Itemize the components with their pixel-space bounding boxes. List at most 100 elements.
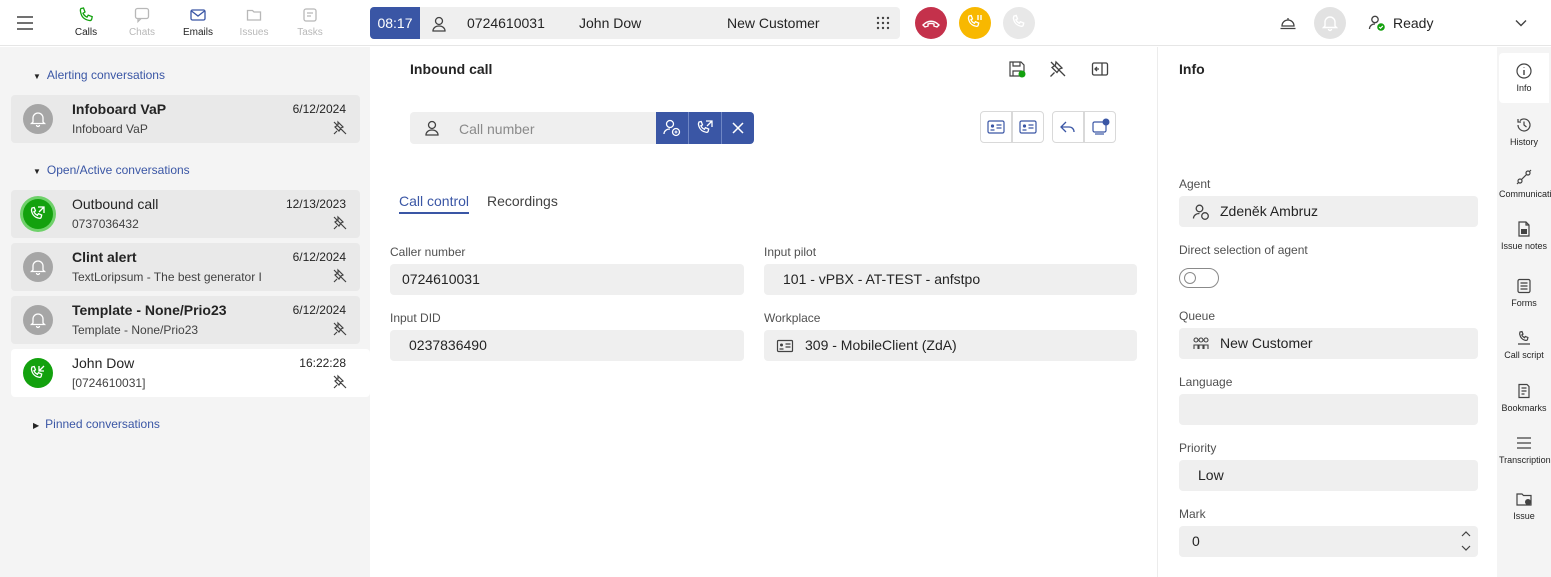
workplace-card-icon	[776, 337, 794, 355]
conversation-detail: Inbound call Call number Call control Re…	[370, 47, 1157, 577]
inbound-call-avatar-icon	[23, 358, 53, 388]
conversation-title: John Dow	[72, 355, 135, 371]
rail-label: History	[1509, 137, 1538, 147]
dialpad-icon[interactable]	[875, 15, 891, 31]
conversation-item[interactable]: Outbound call 0737036432 12/13/2023	[11, 190, 360, 238]
language-label: Language	[1179, 375, 1233, 389]
caller-icon	[430, 14, 450, 34]
contact-card-button[interactable]	[980, 111, 1012, 143]
mail-icon	[190, 9, 206, 21]
contact-icon	[423, 118, 443, 138]
conversation-date: 6/12/2024	[292, 102, 346, 116]
chevron-down-icon[interactable]	[1512, 14, 1530, 32]
conversation-title: Infoboard VaP	[72, 101, 167, 117]
save-icon[interactable]	[1007, 59, 1027, 79]
conversation-item[interactable]: Template - None/Prio23 Template - None/P…	[11, 296, 360, 344]
unpin-icon[interactable]	[332, 321, 348, 337]
call-number-field[interactable]: Call number	[410, 112, 656, 144]
call-script-icon	[1518, 330, 1530, 345]
language-field[interactable]	[1179, 394, 1478, 425]
rail-item-issue[interactable]: Issue	[1499, 490, 1549, 521]
nav-chats[interactable]: Chats	[114, 6, 170, 44]
info-panel: Info Agent Zdeněk Ambruz Direct selectio…	[1157, 47, 1497, 577]
nav-emails[interactable]: Emails	[170, 6, 226, 44]
hold-button[interactable]	[959, 7, 991, 39]
call-number-placeholder: Call number	[459, 121, 535, 137]
active-tab-indicator	[399, 212, 469, 214]
agent-field[interactable]: Zdeněk Ambruz	[1179, 196, 1478, 227]
input-pilot-value: 101 - vPBX - AT-TEST - anfstpo	[764, 264, 1137, 295]
phone-icon	[79, 7, 93, 22]
hamburger-menu-icon[interactable]	[14, 12, 36, 34]
rail-item-info[interactable]: Info	[1499, 53, 1549, 103]
hangup-button[interactable]	[915, 7, 947, 39]
rail-item-bookmarks[interactable]: Bookmarks	[1499, 382, 1549, 413]
conversation-subtitle: Template - None/Prio23	[72, 323, 199, 337]
conversation-title: Clint alert	[72, 249, 137, 265]
nav-tasks[interactable]: Tasks	[282, 6, 338, 44]
rail-label: Forms	[1511, 298, 1537, 308]
outbound-call-button[interactable]	[689, 112, 721, 144]
right-rail: Info History Communications Issue notes …	[1497, 47, 1551, 577]
reply-button[interactable]	[1052, 111, 1084, 143]
mark-field[interactable]: 0	[1179, 526, 1478, 557]
queue-label: Queue	[1179, 309, 1216, 323]
callback-button[interactable]	[1084, 111, 1116, 143]
direct-selection-toggle[interactable]	[1179, 268, 1219, 288]
conversation-date: 16:22:28	[299, 356, 346, 370]
clear-button[interactable]	[722, 112, 754, 144]
tab-call-control[interactable]: Call control	[399, 193, 469, 209]
nav-issues-label: Issues	[239, 27, 269, 38]
unpin-icon[interactable]	[332, 374, 348, 390]
conversation-item[interactable]: Infoboard VaP Infoboard VaP 6/12/2024	[11, 95, 360, 143]
nav-chats-label: Chats	[128, 27, 156, 38]
unpin-icon[interactable]	[332, 120, 348, 136]
transcription-icon	[1517, 437, 1531, 449]
priority-field[interactable]: Low	[1179, 460, 1478, 491]
direct-selection-label: Direct selection of agent	[1179, 243, 1308, 257]
add-contact-button[interactable]	[656, 112, 688, 144]
panel-toggle-icon[interactable]	[1090, 59, 1110, 79]
notifications-button[interactable]	[1314, 7, 1346, 39]
unpin-icon[interactable]	[332, 215, 348, 231]
unpin-icon[interactable]	[332, 268, 348, 284]
input-did-value: 0237836490	[390, 330, 744, 361]
nav-tasks-label: Tasks	[297, 27, 323, 38]
rail-item-issue-notes[interactable]: Issue notes	[1499, 220, 1549, 251]
issue-notes-icon	[1518, 221, 1530, 237]
stepper-up-icon[interactable]	[1460, 529, 1472, 539]
forms-icon	[1517, 278, 1531, 294]
unpin-icon[interactable]	[1048, 59, 1068, 79]
rail-item-transcription[interactable]: Transcription	[1499, 434, 1551, 465]
announcement-icon[interactable]	[1278, 13, 1298, 33]
contact-card-alt-button[interactable]	[1012, 111, 1044, 143]
rail-item-call-script[interactable]: Call script	[1499, 329, 1549, 360]
hold-icon	[967, 14, 982, 27]
queue-field[interactable]: New Customer	[1179, 328, 1478, 359]
nav-issues[interactable]: Issues	[226, 6, 282, 44]
conversation-item-active[interactable]: John Dow [0724610031] 16:22:28	[11, 349, 370, 397]
rail-item-forms[interactable]: Forms	[1499, 277, 1549, 308]
stepper-down-icon[interactable]	[1460, 543, 1472, 553]
open-section-header[interactable]: ▼ Open/Active conversations	[33, 163, 190, 177]
pinned-section-header[interactable]: ▶ Pinned conversations	[33, 417, 160, 431]
bell-icon	[1321, 16, 1339, 32]
tab-recordings[interactable]: Recordings	[487, 193, 558, 209]
callback-icon	[1092, 118, 1110, 135]
transfer-button[interactable]	[1003, 7, 1035, 39]
conversation-subtitle: TextLoripsum - The best generator I	[72, 270, 262, 284]
conversation-item[interactable]: Clint alert TextLoripsum - The best gene…	[11, 243, 360, 291]
call-queue: New Customer	[727, 15, 820, 31]
alerting-section-header[interactable]: ▼ Alerting conversations	[33, 68, 165, 82]
bell-avatar-icon	[23, 104, 53, 134]
nav-calls-label: Calls	[74, 27, 98, 38]
bell-avatar-icon	[23, 305, 53, 335]
info-icon	[1516, 63, 1532, 79]
rail-item-history[interactable]: History	[1499, 116, 1549, 147]
nav-emails-label: Emails	[182, 27, 213, 38]
bookmarks-icon	[1518, 383, 1530, 399]
rail-item-communications[interactable]: Communications	[1499, 168, 1551, 199]
rail-label: Communications	[1499, 189, 1551, 199]
nav-calls[interactable]: Calls	[58, 6, 114, 44]
status-label[interactable]: Ready	[1393, 15, 1433, 31]
